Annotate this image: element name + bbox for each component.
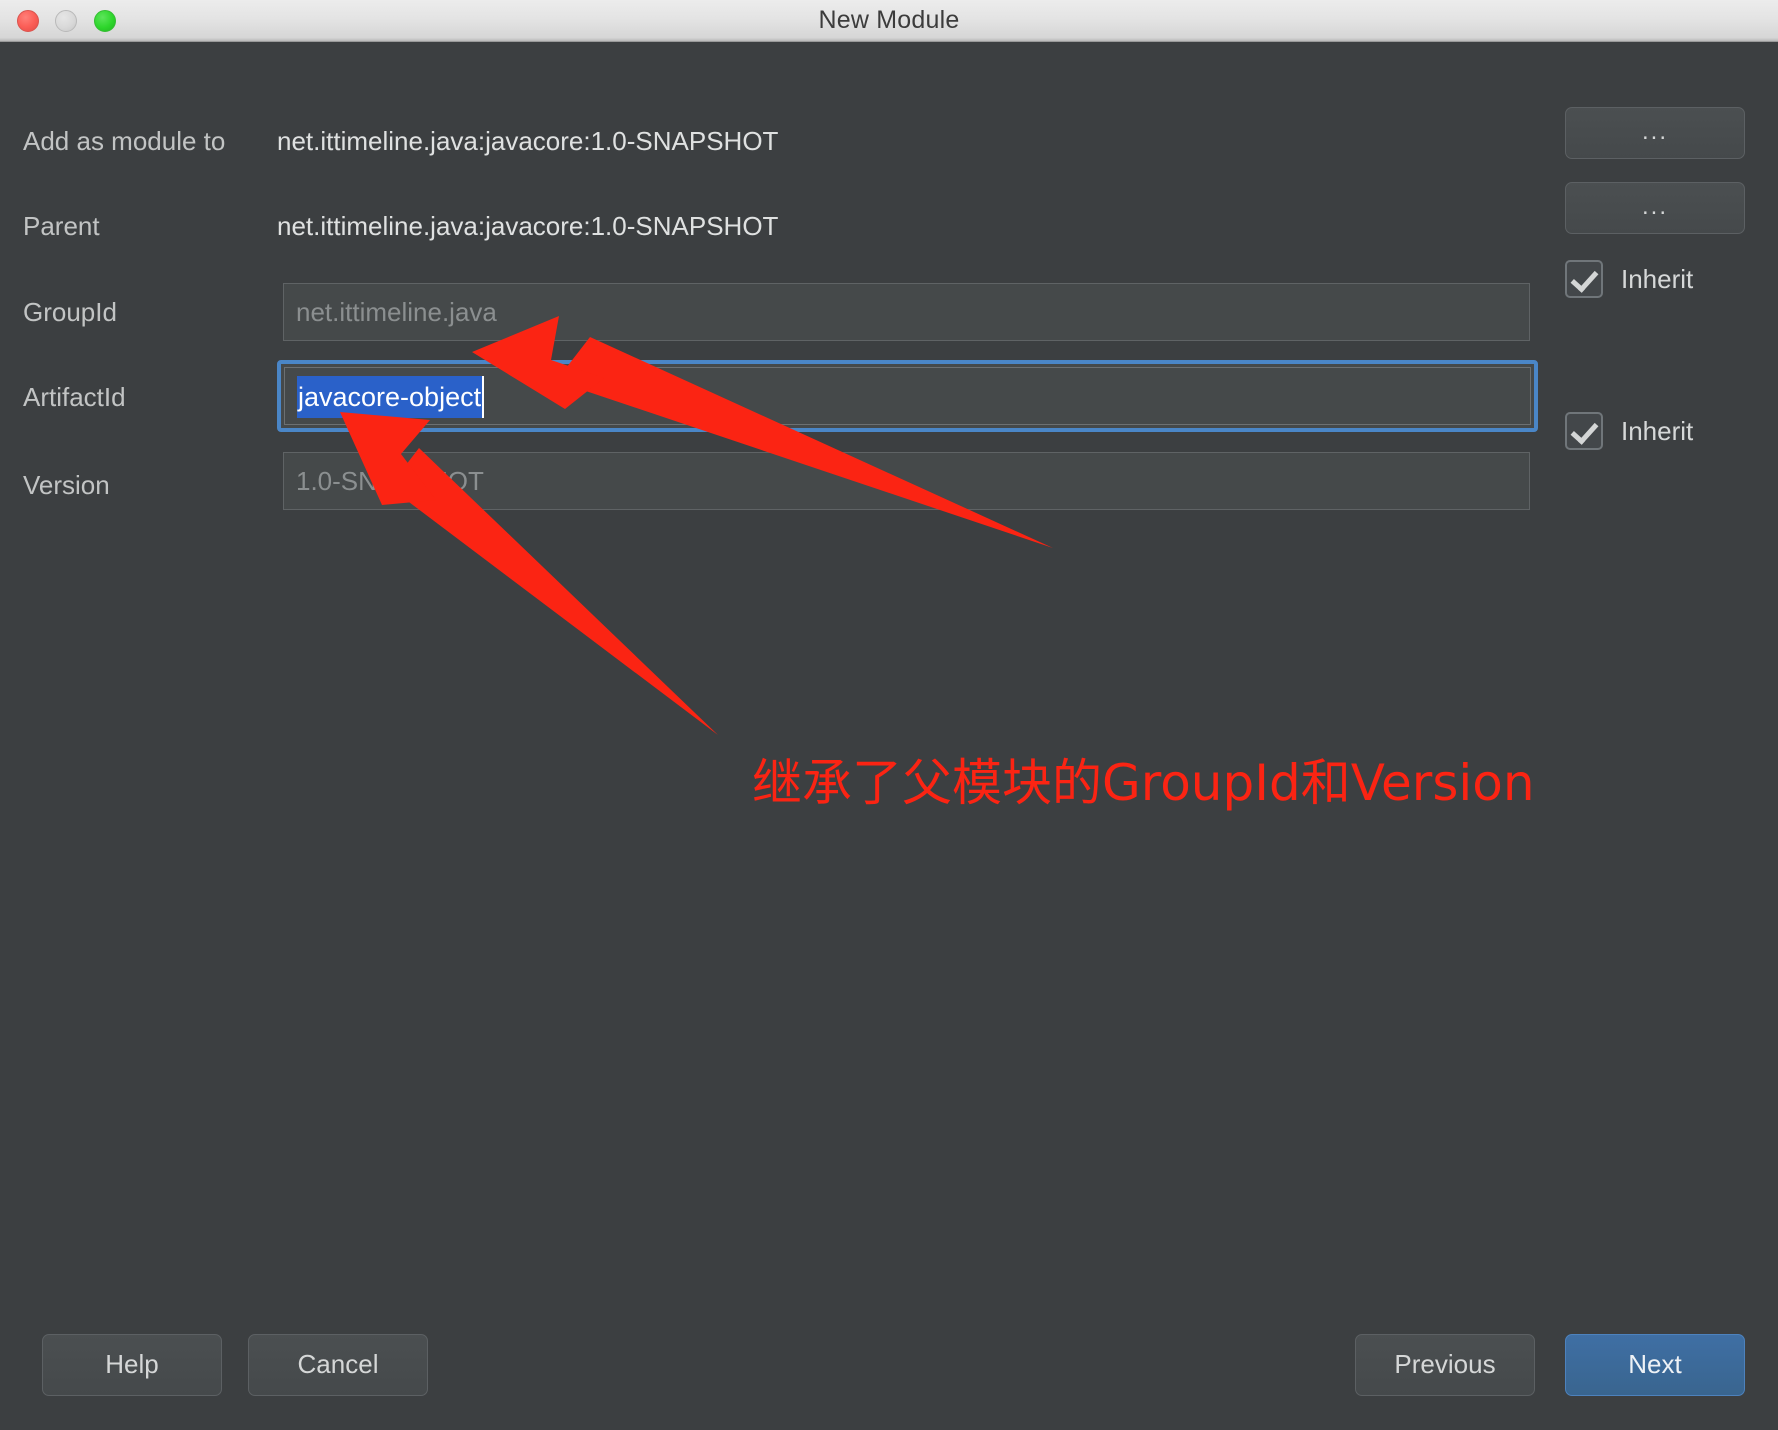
new-module-dialog: New Module Add as module to net.ittimeli…	[0, 0, 1778, 1430]
group-id-value: net.ittimeline.java	[296, 297, 497, 327]
text-caret	[482, 376, 484, 418]
version-input[interactable]: 1.0-SNAPSHOT	[283, 452, 1530, 510]
previous-button-label: Previous	[1394, 1349, 1496, 1379]
next-button[interactable]: Next	[1565, 1334, 1745, 1396]
add-as-module-to-label: Add as module to	[23, 126, 226, 156]
previous-button[interactable]: Previous	[1355, 1334, 1535, 1396]
artifact-id-value: javacore-object	[297, 376, 483, 418]
next-button-label: Next	[1628, 1349, 1682, 1379]
title-bar: New Module	[0, 0, 1778, 42]
parent-label: Parent	[23, 211, 100, 241]
version-inherit-label: Inherit	[1621, 416, 1694, 446]
version-value: 1.0-SNAPSHOT	[296, 466, 484, 496]
version-label: Version	[23, 470, 110, 500]
parent-browse-button[interactable]: ...	[1565, 182, 1745, 234]
help-button-label: Help	[105, 1349, 159, 1379]
add-as-module-to-browse-button[interactable]: ...	[1565, 107, 1745, 159]
browse-ellipsis-icon: ...	[1641, 118, 1668, 145]
checkmark-icon	[1565, 260, 1603, 298]
artifact-id-label: ArtifactId	[23, 382, 126, 412]
help-button[interactable]: Help	[42, 1334, 222, 1396]
artifact-id-input[interactable]: javacore-object	[277, 360, 1538, 432]
cancel-button[interactable]: Cancel	[248, 1334, 428, 1396]
parent-value: net.ittimeline.java:javacore:1.0-SNAPSHO…	[277, 211, 779, 241]
cancel-button-label: Cancel	[297, 1349, 379, 1379]
group-id-input[interactable]: net.ittimeline.java	[283, 283, 1530, 341]
browse-ellipsis-icon: ...	[1641, 193, 1668, 220]
artifact-id-input-inner: javacore-object	[284, 367, 1531, 425]
add-as-module-to-value: net.ittimeline.java:javacore:1.0-SNAPSHO…	[277, 126, 779, 156]
window-title: New Module	[818, 6, 960, 34]
checkmark-icon	[1565, 412, 1603, 450]
group-id-label: GroupId	[23, 297, 117, 327]
dialog-body: Add as module to net.ittimeline.java:jav…	[0, 42, 1778, 1430]
group-id-inherit-label: Inherit	[1621, 264, 1694, 294]
